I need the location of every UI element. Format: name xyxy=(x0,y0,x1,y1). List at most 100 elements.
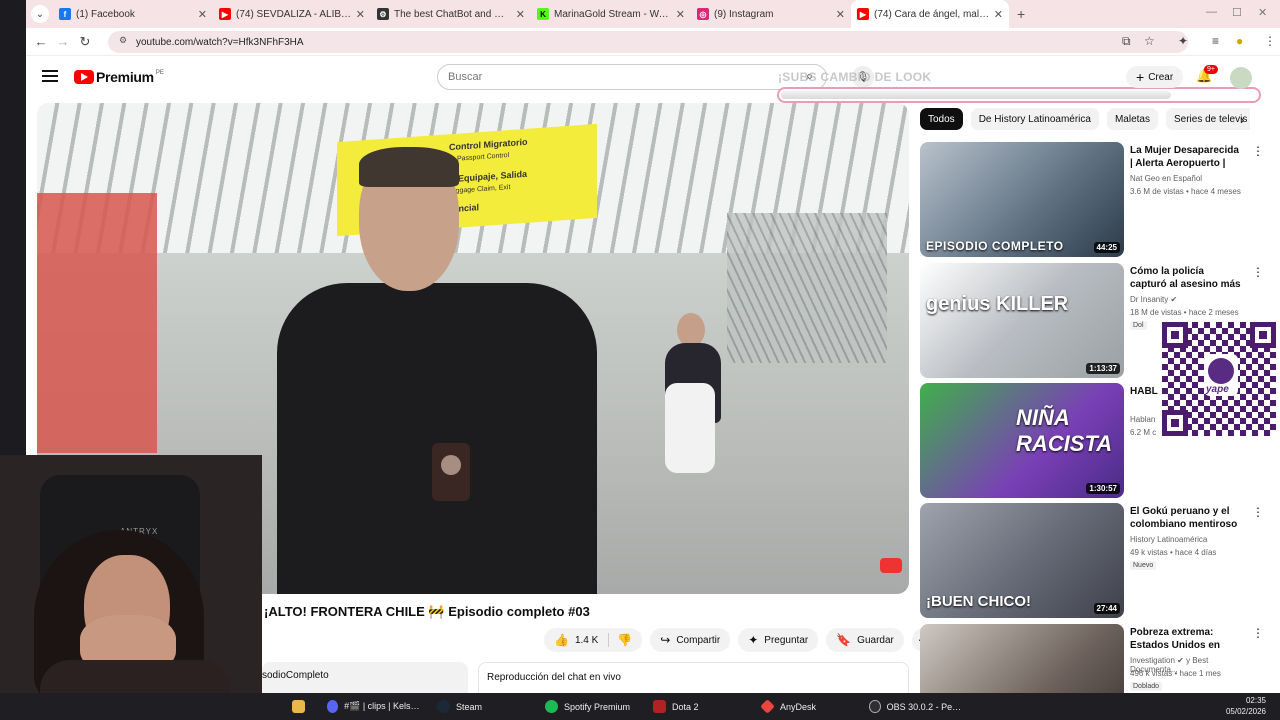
thumbs-down-icon[interactable]: 👎 xyxy=(617,633,642,647)
taskbar-steam[interactable]: Steam xyxy=(429,693,537,720)
thumbnail-text: EPISODIO COMPLETO xyxy=(926,239,1064,253)
video-thumbnail[interactable]: NIÑA RACISTA 1:30:57 xyxy=(920,383,1124,498)
close-icon[interactable]: ✕ xyxy=(994,8,1003,21)
yape-qr-code: yape xyxy=(1160,320,1278,438)
rec-title: La Mujer Desaparecida | Alerta Aeropuert… xyxy=(1130,145,1239,169)
stream-goal-label: ¡SUBS CAMBIO DE LOOK xyxy=(778,70,932,84)
rec-title: Pobreza extrema: Estados Unidos en decad… xyxy=(1130,627,1221,651)
tab-chatbot[interactable]: ⚙ The best ChatBot and Widgets ✕ xyxy=(371,0,531,28)
escalator xyxy=(727,213,887,363)
video-thumbnail[interactable]: ¡BUEN CHICO! 27:44 xyxy=(920,503,1124,618)
save-button[interactable]: 🔖 Guardar xyxy=(826,628,904,652)
site-info-icon[interactable]: ⚙ xyxy=(116,35,130,49)
filter-chips: Todos De History Latinoamérica Maletas S… xyxy=(920,108,1250,130)
new-tab-icon[interactable]: + xyxy=(1017,6,1025,22)
profile-icon[interactable]: ● xyxy=(1236,34,1243,48)
youtube-premium-logo[interactable]: Premium PE xyxy=(74,69,164,85)
anydesk-icon xyxy=(760,699,775,714)
duration-badge: 27:44 xyxy=(1093,603,1120,614)
chip-history[interactable]: De History Latinoamérica xyxy=(970,108,1099,130)
taskbar-anydesk[interactable]: AnyDesk xyxy=(753,693,861,720)
tab-instagram[interactable]: ◎ (9) Instagram ✕ xyxy=(691,0,851,28)
list-item[interactable]: Pobreza extrema: Estados Unidos en decad… xyxy=(920,624,1264,700)
tab-kick-stream[interactable]: K MarinaGold Stream - Watch Li ✕ xyxy=(531,0,691,28)
bookmark-star-icon[interactable]: ☆ xyxy=(1144,34,1155,48)
rec-channel[interactable]: Nat Geo en Español xyxy=(1130,174,1254,183)
search-input[interactable]: Buscar xyxy=(437,64,827,90)
reload-icon[interactable]: ↻ xyxy=(74,34,96,50)
rec-channel[interactable]: History Latinoamérica xyxy=(1130,535,1254,544)
more-options-icon[interactable]: ⋮ xyxy=(1252,505,1264,519)
chip-maletas[interactable]: Maletas xyxy=(1106,108,1158,130)
sparkle-icon: ✦ xyxy=(748,633,759,647)
browser-menu-icon[interactable]: ⋮ xyxy=(1264,34,1276,48)
logo-region: PE xyxy=(155,70,164,76)
tab-active-video[interactable]: ▶ (74) Cara de ángel, maleta de ✕ xyxy=(851,0,1009,28)
thumbs-up-icon: 👍 xyxy=(554,633,569,647)
share-label: Compartir xyxy=(676,634,721,646)
ask-button[interactable]: ✦ Preguntar xyxy=(738,628,819,652)
forward-icon[interactable]: → xyxy=(52,34,74,49)
tab-facebook[interactable]: f (1) Facebook ✕ xyxy=(53,0,213,28)
more-options-icon[interactable]: ⋮ xyxy=(1252,265,1264,279)
taskbar-obs[interactable]: OBS 30.0.2 - Perfil: ... xyxy=(861,693,971,720)
thumbnail-text: genius KILLER xyxy=(926,293,1069,315)
url-text: youtube.com/watch?v=Hfk3NFhF3HA xyxy=(136,36,304,48)
tab-title: The best ChatBot and Widgets xyxy=(394,8,512,20)
close-icon[interactable]: ✕ xyxy=(676,8,685,21)
more-options-icon[interactable]: ⋮ xyxy=(1252,626,1264,640)
dubbed-badge: Dol xyxy=(1130,321,1147,330)
list-item[interactable]: ¡BUEN CHICO! 27:44 El Gokú peruano y el … xyxy=(920,503,1264,619)
close-icon[interactable]: ✕ xyxy=(356,8,365,21)
logo-text: Premium xyxy=(96,69,154,85)
menu-icon[interactable] xyxy=(42,70,58,82)
chip-all[interactable]: Todos xyxy=(920,108,963,130)
browser-tab-bar: ⌄ f (1) Facebook ✕ ▶ (74) SEVDALIZA - AL… xyxy=(26,0,1280,28)
close-icon[interactable]: ✕ xyxy=(836,8,845,21)
steam-icon xyxy=(437,700,450,713)
taskbar-dota[interactable]: Dota 2 xyxy=(645,693,753,720)
install-app-icon[interactable]: ⧉ xyxy=(1122,34,1131,49)
traveler-figure xyxy=(657,313,727,543)
more-options-icon[interactable]: ⋮ xyxy=(1252,144,1264,158)
taskbar-discord[interactable]: #🎬 | clips | KelseyD... xyxy=(319,693,429,720)
screen: ⌄ f (1) Facebook ✕ ▶ (74) SEVDALIZA - AL… xyxy=(0,0,1280,720)
extensions-icon[interactable]: ✦ xyxy=(1178,34,1188,48)
minimize-icon[interactable]: — xyxy=(1206,6,1217,18)
airport-wall xyxy=(37,193,157,453)
webcam-overlay: ANTRYX xyxy=(0,455,262,700)
chevron-right-icon[interactable]: › xyxy=(1240,112,1244,127)
obs-icon xyxy=(869,700,881,713)
create-button[interactable]: + Crear xyxy=(1126,66,1184,88)
new-badge: Nuevo xyxy=(1130,561,1157,570)
avatar[interactable] xyxy=(1230,67,1252,89)
chip-series[interactable]: Series de televis xyxy=(1165,108,1250,130)
rec-channel[interactable]: Dr Insanity ✔ xyxy=(1130,295,1254,304)
taskbar-spotify[interactable]: Spotify Premium xyxy=(537,693,645,720)
create-label: Crear xyxy=(1148,71,1174,83)
folder-icon xyxy=(292,700,305,713)
window-close-icon[interactable]: ✕ xyxy=(1258,6,1267,19)
back-icon[interactable]: ← xyxy=(30,34,52,49)
address-bar[interactable]: ⚙ youtube.com/watch?v=Hfk3NFhF3HA xyxy=(108,31,1188,53)
video-thumbnail[interactable]: EPISODIO COMPLETO 44:25 xyxy=(920,142,1124,257)
police-badge xyxy=(432,443,470,501)
list-item[interactable]: EPISODIO COMPLETO 44:25 La Mujer Desapar… xyxy=(920,142,1264,258)
tab-search-icon[interactable]: ⌄ xyxy=(31,5,49,23)
close-icon[interactable]: ✕ xyxy=(516,8,525,21)
media-controls-icon[interactable]: ≡ xyxy=(1212,34,1219,48)
taskbar-file-explorer[interactable] xyxy=(284,693,319,720)
stream-goal-bar xyxy=(777,87,1261,103)
system-clock[interactable]: 02:35 05/02/2026 xyxy=(1226,695,1266,717)
channel-watermark-icon[interactable] xyxy=(880,558,902,573)
video-thumbnail[interactable] xyxy=(920,624,1124,700)
like-button[interactable]: 👍 1.4 K 👎 xyxy=(544,628,643,652)
maximize-icon[interactable]: ☐ xyxy=(1232,6,1242,19)
browser-toolbar: ← → ↻ ⚙ youtube.com/watch?v=Hfk3NFhF3HA … xyxy=(26,28,1280,56)
video-thumbnail[interactable]: genius KILLER 1:13:37 xyxy=(920,263,1124,378)
youtube-icon: ▶ xyxy=(857,8,869,20)
tab-sevdaliza[interactable]: ▶ (74) SEVDALIZA - ALIBI FT. PAB ✕ xyxy=(213,0,371,28)
share-button[interactable]: ↪ Compartir xyxy=(650,628,731,652)
duration-badge: 44:25 xyxy=(1093,242,1120,253)
close-icon[interactable]: ✕ xyxy=(198,8,207,21)
